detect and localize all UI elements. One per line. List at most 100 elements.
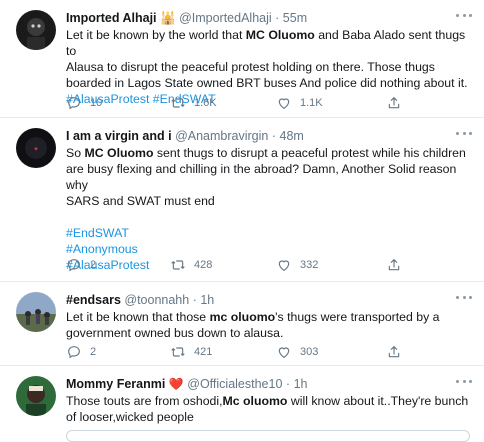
- display-name[interactable]: #endsars: [66, 293, 121, 307]
- reply-button[interactable]: 2: [66, 343, 96, 361]
- name-emoji: 🕌: [160, 11, 176, 25]
- reply-button[interactable]: 2: [66, 256, 96, 274]
- text-run: of looser,wicked people: [66, 410, 194, 424]
- text-run: SARS and SWAT must end: [66, 194, 215, 208]
- timestamp[interactable]: 1h: [200, 293, 214, 307]
- avatar[interactable]: ◆: [16, 128, 56, 168]
- display-name[interactable]: I am a virgin and i: [66, 129, 172, 143]
- text-line: government owned bus down to alausa.: [66, 325, 470, 341]
- tweet-header: I am a virgin and i @Anambravirgin · 48m: [66, 129, 304, 143]
- display-name[interactable]: Mommy Feranmi: [66, 377, 165, 391]
- share-button[interactable]: [386, 256, 402, 274]
- tweet-header: Imported Alhaji 🕌 @ImportedAlhaji · 55m: [66, 11, 308, 25]
- reply-button[interactable]: 10: [66, 94, 102, 112]
- like-button[interactable]: 303: [276, 343, 318, 361]
- name-emoji: ❤️: [168, 377, 184, 391]
- heart-icon: [278, 347, 290, 359]
- handle[interactable]: @Officialesthe10: [187, 377, 282, 391]
- avatar[interactable]: [16, 10, 56, 50]
- text-line: #Anonymous: [66, 241, 470, 257]
- text-run: boarded in Lagos State owned BRT buses A…: [66, 76, 468, 90]
- text-line: Alausa to disrupt the peaceful protest h…: [66, 59, 470, 75]
- reply-icon: [68, 346, 80, 359]
- text-line: boarded in Lagos State owned BRT buses A…: [66, 75, 470, 91]
- share-icon: [388, 259, 400, 271]
- heart-icon: [278, 98, 290, 110]
- highlighted-term: MC Oluomo: [245, 28, 315, 42]
- tweet-header: #endsars @toonnahh · 1h: [66, 293, 215, 307]
- text-line: #EndSWAT: [66, 225, 470, 241]
- share-icon: [388, 97, 400, 109]
- tweet[interactable]: Mommy Feranmi ❤️ @Officialesthe10 · 1h T…: [0, 366, 484, 438]
- retweet-count: 421: [194, 346, 213, 358]
- reply-count: 2: [90, 259, 97, 271]
- tweet[interactable]: #endsars @toonnahh · 1h Let it be known …: [0, 282, 484, 366]
- retweet-icon: [171, 98, 185, 108]
- more-options-icon[interactable]: [456, 378, 472, 384]
- text-run: are busy flexing and chilling in the abr…: [66, 162, 457, 192]
- timestamp[interactable]: 48m: [280, 129, 304, 143]
- hashtag-link[interactable]: #EndSWAT: [66, 226, 129, 240]
- retweet-button[interactable]: 428: [170, 256, 212, 274]
- handle[interactable]: @ImportedAlhaji: [179, 11, 272, 25]
- text-run: 's thugs were transported by a: [275, 310, 440, 324]
- heart-icon: [278, 260, 290, 272]
- text-line: Let it be known that those mc oluomo's t…: [66, 309, 470, 325]
- hashtag-link[interactable]: #Anonymous: [66, 242, 138, 256]
- tweet-header: Mommy Feranmi ❤️ @Officialesthe10 · 1h: [66, 377, 308, 391]
- share-button[interactable]: [386, 94, 402, 112]
- reply-icon: [68, 97, 80, 110]
- like-button[interactable]: 1.1K: [276, 94, 323, 112]
- retweet-count: 1.6K: [194, 97, 217, 109]
- text-run: Alausa to disrupt the peaceful protest h…: [66, 60, 435, 74]
- handle[interactable]: @toonnahh: [124, 293, 189, 307]
- highlighted-term: MC Oluomo: [84, 146, 154, 160]
- tweet-feed: Imported Alhaji 🕌 @ImportedAlhaji · 55m …: [0, 0, 484, 442]
- action-bar: 2 428 332: [66, 256, 470, 274]
- text-line: Those touts are from oshodi,Mc oluomo wi…: [66, 393, 470, 409]
- share-icon: [388, 346, 400, 358]
- tweet[interactable]: Imported Alhaji 🕌 @ImportedAlhaji · 55m …: [0, 0, 484, 118]
- more-options-icon[interactable]: [456, 294, 472, 300]
- timestamp[interactable]: 1h: [294, 377, 308, 391]
- text-line: are busy flexing and chilling in the abr…: [66, 161, 470, 193]
- svg-text:◆: ◆: [34, 146, 38, 152]
- share-button[interactable]: [386, 343, 402, 361]
- text-run: Let it be known by the world that: [66, 28, 246, 42]
- text-run: sent thugs to disrupt a peaceful protest…: [153, 146, 466, 160]
- action-bar: 10 1.6K 1.1K: [66, 94, 470, 112]
- text-line: SARS and SWAT must end: [66, 193, 470, 209]
- text-run: will know about it..They're bunch: [287, 394, 469, 408]
- reply-icon: [68, 259, 80, 272]
- tweet[interactable]: ◆ I am a virgin and i @Anambravirgin · 4…: [0, 118, 484, 282]
- reply-count: 2: [90, 346, 97, 358]
- avatar[interactable]: [16, 292, 56, 332]
- more-options-icon[interactable]: [456, 130, 472, 136]
- text-line: of looser,wicked people: [66, 409, 470, 425]
- display-name[interactable]: Imported Alhaji: [66, 11, 157, 25]
- like-button[interactable]: 332: [276, 256, 318, 274]
- timestamp[interactable]: 55m: [283, 11, 307, 25]
- handle[interactable]: @Anambravirgin: [175, 129, 268, 143]
- like-count: 303: [300, 346, 319, 358]
- text-line: So MC Oluomo sent thugs to disrupt a pea…: [66, 145, 470, 161]
- text-run: Those touts are from oshodi,: [66, 394, 223, 408]
- avatar[interactable]: [16, 376, 56, 416]
- text-run: So: [66, 146, 85, 160]
- text-run: Let it be known that those: [66, 310, 210, 324]
- retweet-button[interactable]: 421: [170, 343, 212, 361]
- text-run: government owned bus down to alausa.: [66, 326, 284, 340]
- tweet-text: Those touts are from oshodi,Mc oluomo wi…: [66, 393, 470, 425]
- more-options-icon[interactable]: [456, 12, 472, 18]
- like-count: 1.1K: [300, 97, 323, 109]
- action-bar: 2 421 303: [66, 343, 470, 361]
- retweet-icon: [171, 260, 185, 270]
- tweet-text: So MC Oluomo sent thugs to disrupt a pea…: [66, 145, 470, 273]
- retweet-count: 428: [194, 259, 213, 271]
- retweet-button[interactable]: 1.6K: [170, 94, 217, 112]
- like-count: 332: [300, 259, 319, 271]
- embedded-content-frame[interactable]: [66, 430, 470, 442]
- line-break: [66, 209, 470, 225]
- reply-count: 10: [90, 97, 103, 109]
- highlighted-term: Mc oluomo: [222, 394, 288, 408]
